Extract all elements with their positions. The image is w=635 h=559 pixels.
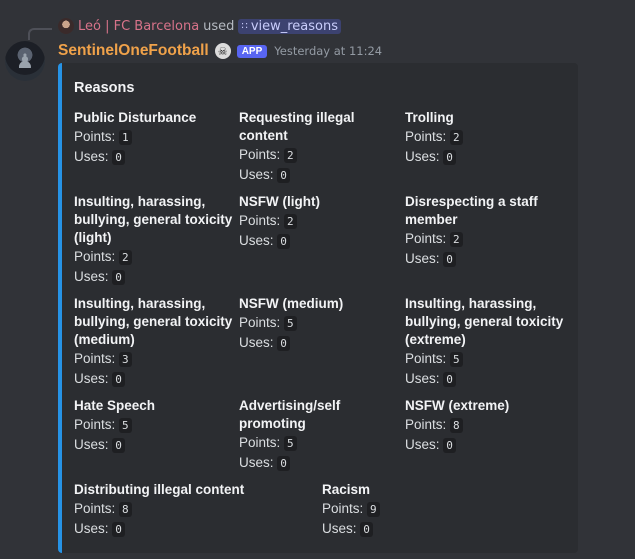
field-points: Points: 8: [74, 499, 314, 519]
embed-title: Reasons: [74, 80, 135, 96]
field-points: Points: 5: [239, 433, 389, 453]
field-points: Points: 9: [322, 499, 482, 519]
field-uses: Uses: 0: [74, 435, 234, 455]
field-uses: Uses: 0: [239, 231, 399, 251]
field-name: NSFW (extreme): [405, 398, 510, 413]
field-points: Points: 1: [74, 127, 234, 147]
field-public-disturbance: Public Disturbance Points: 1 Uses: 0: [74, 109, 234, 167]
field-uses: Uses: 0: [74, 519, 314, 539]
field-name: Distributing illegal content: [74, 482, 245, 497]
skull-icon[interactable]: ☠: [214, 43, 231, 59]
field-name: Trolling: [405, 110, 454, 125]
field-toxicity-light: Insulting, harassing, bullying, general …: [74, 193, 234, 287]
field-name: Insulting, harassing, bullying, general …: [405, 296, 564, 347]
field-points: Points: 8: [405, 415, 565, 435]
field-name: NSFW (medium): [239, 296, 344, 311]
field-nsfw-medium: NSFW (medium) Points: 5 Uses: 0: [239, 295, 399, 353]
field-uses: Uses: 0: [405, 369, 565, 389]
field-points: Points: 2: [405, 229, 565, 249]
field-disrespecting-staff: Disrespecting a staff member Points: 2 U…: [405, 193, 565, 269]
message-username[interactable]: SentinelOneFootball: [58, 42, 209, 60]
field-name: Hate Speech: [74, 398, 156, 413]
field-uses: Uses: 0: [239, 453, 389, 473]
command-icon: ∷: [241, 20, 248, 32]
field-hate-speech: Hate Speech Points: 5 Uses: 0: [74, 397, 234, 455]
field-requesting-illegal-content: Requesting illegal content Points: 2 Use…: [239, 109, 389, 185]
field-name: Racism: [322, 482, 371, 497]
field-points: Points: 5: [74, 415, 234, 435]
field-toxicity-medium: Insulting, harassing, bullying, general …: [74, 295, 234, 389]
field-name: Insulting, harassing, bullying, general …: [74, 296, 233, 347]
slash-command-chip[interactable]: ∷ view_reasons: [238, 18, 342, 34]
field-advertising: Advertising/self promoting Points: 5 Use…: [239, 397, 389, 473]
field-name: NSFW (light): [239, 194, 320, 209]
field-uses: Uses: 0: [405, 435, 565, 455]
field-name: Public Disturbance: [74, 110, 197, 125]
avatar-figure-icon: ♟: [16, 49, 34, 73]
field-points: Points: 5: [239, 313, 399, 333]
field-uses: Uses: 0: [405, 147, 565, 167]
field-uses: Uses: 0: [405, 249, 565, 269]
field-nsfw-extreme: NSFW (extreme) Points: 8 Uses: 0: [405, 397, 565, 455]
field-name: Insulting, harassing, bullying, general …: [74, 194, 233, 245]
reply-reference[interactable]: Leó | FC Barcelona used ∷ view_reasons: [58, 17, 342, 35]
field-uses: Uses: 0: [74, 369, 234, 389]
field-points: Points: 2: [239, 211, 399, 231]
field-uses: Uses: 0: [239, 165, 389, 185]
reply-connector: [28, 28, 52, 40]
field-points: Points: 3: [74, 349, 234, 369]
field-uses: Uses: 0: [74, 267, 234, 287]
field-distributing-illegal-content: Distributing illegal content Points: 8 U…: [74, 481, 314, 539]
field-uses: Uses: 0: [74, 147, 234, 167]
message-header: SentinelOneFootball ☠ APP Yesterday at 1…: [58, 40, 382, 62]
field-name: Disrespecting a staff member: [405, 194, 538, 227]
field-trolling: Trolling Points: 2 Uses: 0: [405, 109, 565, 167]
field-racism: Racism Points: 9 Uses: 0: [322, 481, 482, 539]
field-nsfw-light: NSFW (light) Points: 2 Uses: 0: [239, 193, 399, 251]
app-badge: APP: [236, 44, 268, 58]
field-name: Advertising/self promoting: [239, 398, 341, 431]
reasons-embed: Reasons Public Disturbance Points: 1 Use…: [58, 63, 578, 553]
reply-username[interactable]: Leó | FC Barcelona: [78, 19, 199, 34]
field-toxicity-extreme: Insulting, harassing, bullying, general …: [405, 295, 565, 389]
field-points: Points: 2: [239, 145, 389, 165]
field-uses: Uses: 0: [239, 333, 399, 353]
reply-used-text: used: [203, 18, 235, 34]
field-points: Points: 5: [405, 349, 565, 369]
field-name: Requesting illegal content: [239, 110, 355, 143]
field-points: Points: 2: [74, 247, 234, 267]
field-points: Points: 2: [405, 127, 565, 147]
avatar[interactable]: ♟: [5, 41, 45, 81]
command-name: view_reasons: [250, 18, 339, 34]
field-uses: Uses: 0: [322, 519, 482, 539]
message-timestamp[interactable]: Yesterday at 11:24: [274, 44, 382, 58]
reply-avatar[interactable]: [58, 18, 74, 34]
